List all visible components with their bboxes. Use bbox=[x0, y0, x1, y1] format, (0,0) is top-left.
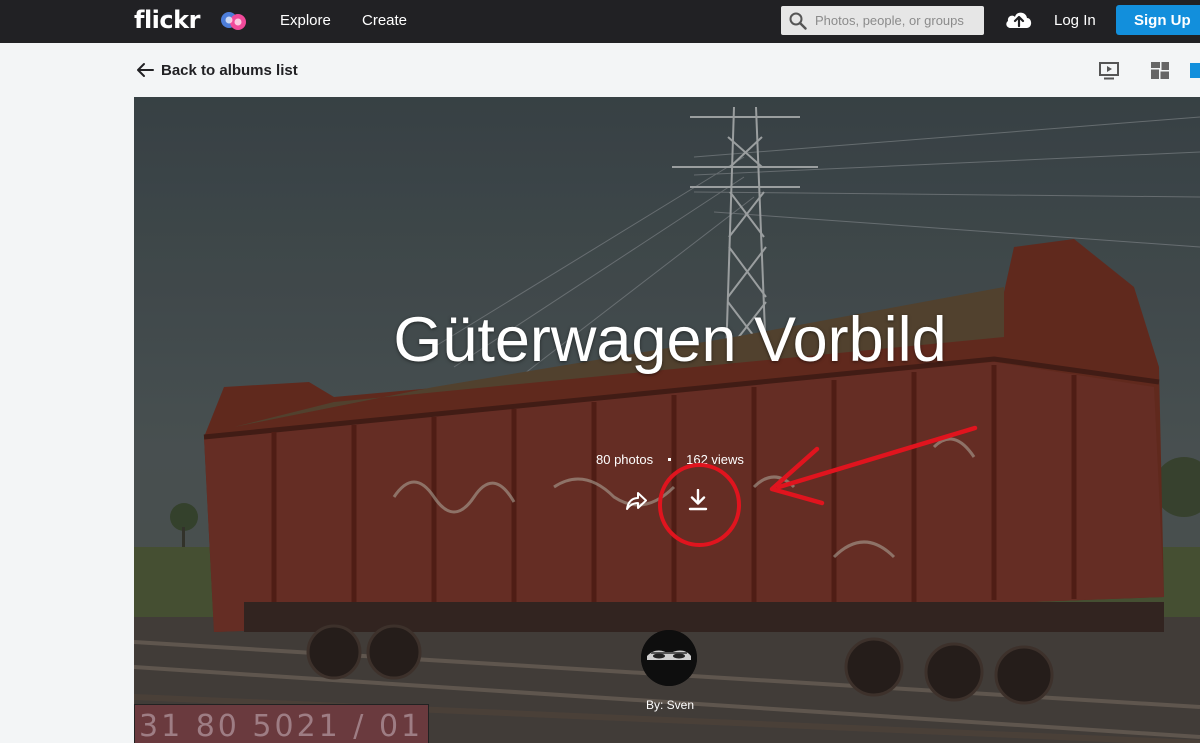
view-count: 162 views bbox=[686, 452, 744, 467]
album-title: Güterwagen Vorbild bbox=[393, 305, 947, 375]
slideshow-icon[interactable] bbox=[1099, 62, 1119, 80]
owner-avatar[interactable] bbox=[641, 630, 697, 686]
photo-count: 80 photos bbox=[596, 452, 654, 467]
arrow-left-icon bbox=[137, 63, 154, 77]
flickr-logo[interactable]: flickr bbox=[134, 6, 200, 34]
active-view-icon[interactable] bbox=[1190, 63, 1200, 78]
back-to-albums-link[interactable]: Back to albums list bbox=[135, 60, 298, 80]
avatar-image bbox=[641, 630, 697, 686]
login-link[interactable]: Log In bbox=[1054, 12, 1096, 29]
download-icon[interactable] bbox=[688, 489, 708, 511]
stats-separator bbox=[668, 458, 672, 461]
album-stats: 80 photos 162 views bbox=[596, 452, 744, 467]
back-label: Back to albums list bbox=[161, 61, 298, 79]
share-icon[interactable] bbox=[625, 491, 647, 511]
grid-view-icon[interactable] bbox=[1151, 62, 1169, 79]
flickr-dots-icon bbox=[221, 12, 246, 30]
top-nav-bar: flickr Explore Create Log In Sign Up bbox=[0, 0, 1200, 43]
thumbnail-text: 31 80 5021 / 01 1 bbox=[139, 709, 429, 743]
photo-thumbnail[interactable]: 31 80 5021 / 01 1 bbox=[134, 704, 429, 743]
search-icon[interactable] bbox=[789, 12, 807, 30]
nav-explore[interactable]: Explore bbox=[280, 12, 331, 29]
album-hero: Güterwagen Vorbild 80 photos 162 views B… bbox=[134, 97, 1200, 743]
search-box[interactable] bbox=[781, 6, 984, 35]
search-input[interactable] bbox=[815, 6, 980, 35]
nav-create[interactable]: Create bbox=[362, 12, 407, 29]
upload-cloud-icon[interactable] bbox=[1004, 6, 1034, 34]
signup-button[interactable]: Sign Up bbox=[1116, 5, 1200, 35]
